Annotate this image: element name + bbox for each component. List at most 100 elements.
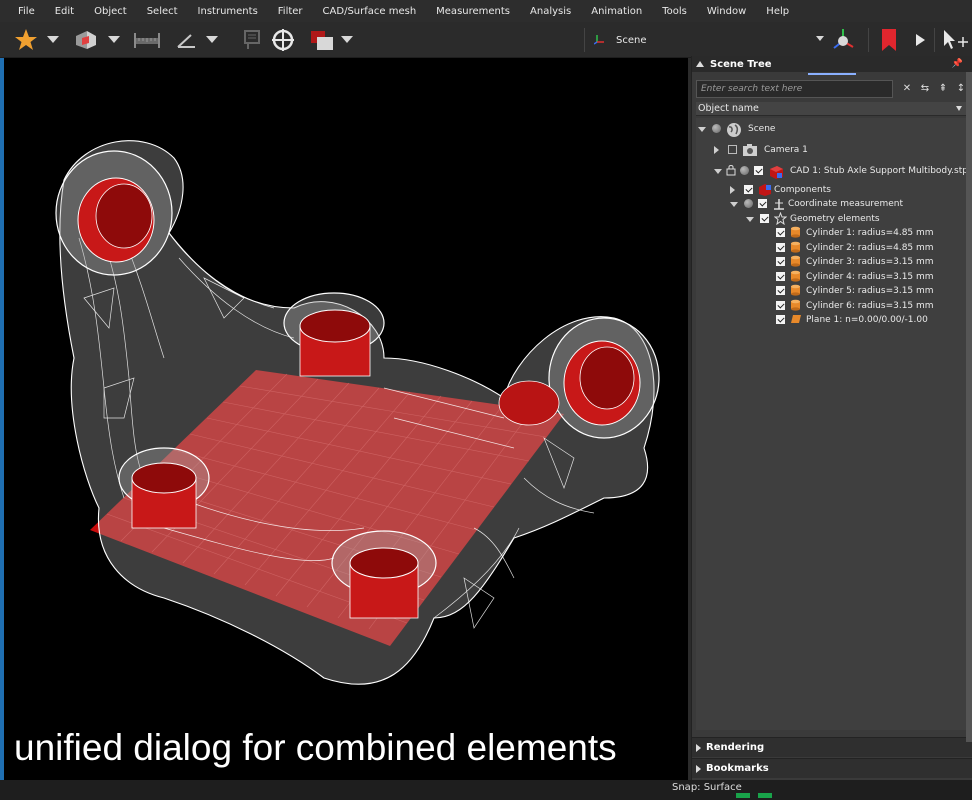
pin-icon[interactable]: 📌 [952,59,963,69]
favorites-star-icon[interactable] [12,26,40,54]
filter-list-icon[interactable]: ⇆ [918,82,932,96]
menu-edit[interactable]: Edit [45,6,84,17]
angle-measure-icon[interactable] [174,26,200,54]
menu-tools[interactable]: Tools [652,6,697,17]
collapse-node-icon[interactable] [698,127,706,132]
column-menu-icon[interactable] [956,106,962,111]
menu-measurements[interactable]: Measurements [426,6,520,17]
tree-item[interactable]: Cylinder 3: radius=3.15 mm [696,255,968,269]
bookmarks-section-label: Bookmarks [706,763,769,774]
scrollbar[interactable] [966,72,972,742]
menu-analysis[interactable]: Analysis [520,6,581,17]
tree-item-label: Plane 1: n=0.00/0.00/-1.00 [806,315,928,325]
select-move-icon[interactable] [940,26,970,54]
tree-item[interactable]: Plane 1: n=0.00/0.00/-1.00 [696,313,968,327]
bookmarks-section[interactable]: Bookmarks [692,758,972,778]
rendering-section-label: Rendering [706,742,765,753]
tree-item[interactable]: Cylinder 6: radius=3.15 mm [696,299,968,313]
view-orientation-dropdown-icon[interactable] [108,36,120,43]
tree-item[interactable]: Components [696,183,968,197]
components-icon [758,183,772,196]
visibility-checkbox[interactable] [776,315,785,324]
tree-item-label: Cylinder 3: radius=3.15 mm [806,257,934,267]
tree-item-label: Cylinder 4: radius=3.15 mm [806,272,934,282]
crosshair-icon[interactable] [270,26,296,54]
3d-viewport[interactable] [4,58,688,784]
visibility-checkbox[interactable] [760,214,769,223]
scene-selector[interactable]: Scene [588,27,828,53]
collapse-icon[interactable] [696,61,704,67]
visibility-checkbox[interactable] [776,286,785,295]
visibility-checkbox[interactable] [776,301,785,310]
panel-tab-indicator [808,73,856,75]
annotation-icon[interactable] [240,26,264,54]
visibility-checkbox[interactable] [776,257,785,266]
scene-tree-panel: Scene Tree 📌 ✕ ⇆ ⇞ ↕ Object name Scene Ca… [691,56,972,780]
coordinate-system-icon[interactable] [828,26,858,54]
collapse-node-icon[interactable] [730,202,738,207]
visibility-checkbox[interactable] [776,228,785,237]
tree-item[interactable]: Camera 1 [696,143,968,157]
tree-item[interactable]: Scene [696,122,968,137]
tree-item[interactable]: Cylinder 1: radius=4.85 mm [696,226,968,240]
collapse-node-icon[interactable] [714,169,722,174]
lock-icon[interactable] [726,164,740,177]
expand-node-icon[interactable] [730,186,735,194]
tree-item[interactable]: Geometry elements [696,211,968,226]
angle-dropdown-icon[interactable] [206,36,218,43]
menu-select[interactable]: Select [137,6,188,17]
tree-item[interactable]: Cylinder 5: radius=3.15 mm [696,284,968,298]
visibility-icon[interactable] [712,124,721,133]
clear-search-icon[interactable]: ✕ [900,82,914,96]
toolbar-separator [584,28,585,52]
measurement-icon [772,197,786,210]
visibility-checkbox[interactable] [754,166,763,175]
expand-node-icon[interactable] [714,146,719,154]
visibility-checkbox[interactable] [728,145,737,154]
tree-column-header[interactable]: Object name [696,102,968,116]
cad-model-render [55,140,660,685]
search-input[interactable] [696,80,893,98]
snap-status: Snap: Surface [672,782,742,793]
distance-measure-icon[interactable] [132,26,162,54]
expand-icon[interactable] [696,765,701,773]
favorites-dropdown-icon[interactable] [47,36,59,43]
tree-item[interactable]: Coordinate measurement [696,197,968,211]
tree-item[interactable]: Cylinder 2: radius=4.85 mm [696,241,968,255]
visibility-checkbox[interactable] [776,272,785,281]
visibility-checkbox[interactable] [758,199,767,208]
menu-file[interactable]: File [8,6,45,17]
bookmark-icon[interactable] [876,26,902,54]
menu-help[interactable]: Help [756,6,799,17]
menu-animation[interactable]: Animation [581,6,652,17]
tree-item[interactable]: CAD 1: Stub Axle Support Multibody.stp [696,164,968,179]
visibility-checkbox[interactable] [744,185,753,194]
plane-icon [790,313,804,326]
cylinder-icon [790,255,804,268]
collapse-node-icon[interactable] [746,217,754,222]
expand-icon[interactable] [696,744,701,752]
camera-icon [742,143,757,156]
menu-object[interactable]: Object [84,6,137,17]
visibility-icon[interactable] [744,199,753,208]
menu-cad-surface-mesh[interactable]: CAD/Surface mesh [313,6,427,17]
render-mode-dropdown-icon[interactable] [341,36,353,43]
view-orientation-icon[interactable] [72,26,100,54]
menu-instruments[interactable]: Instruments [188,6,268,17]
menu-window[interactable]: Window [697,6,756,17]
status-indicator [736,793,750,798]
visibility-icon[interactable] [740,166,749,175]
collapse-all-icon[interactable]: ⇞ [936,82,950,96]
render-mode-icon[interactable] [308,26,336,54]
cylinder-icon [790,226,804,239]
visibility-checkbox[interactable] [776,243,785,252]
scene-selector-label: Scene [616,34,647,46]
play-icon[interactable] [912,26,928,54]
scene-tree-header[interactable]: Scene Tree 📌 [692,56,972,72]
rendering-section[interactable]: Rendering [692,737,972,757]
cylinder-icon [790,299,804,312]
menu-filter[interactable]: Filter [268,6,313,17]
tree-item-label: Scene [748,124,776,134]
tree-item[interactable]: Cylinder 4: radius=3.15 mm [696,270,968,284]
menu-bar: File Edit Object Select Instruments Filter CAD… [0,0,972,22]
